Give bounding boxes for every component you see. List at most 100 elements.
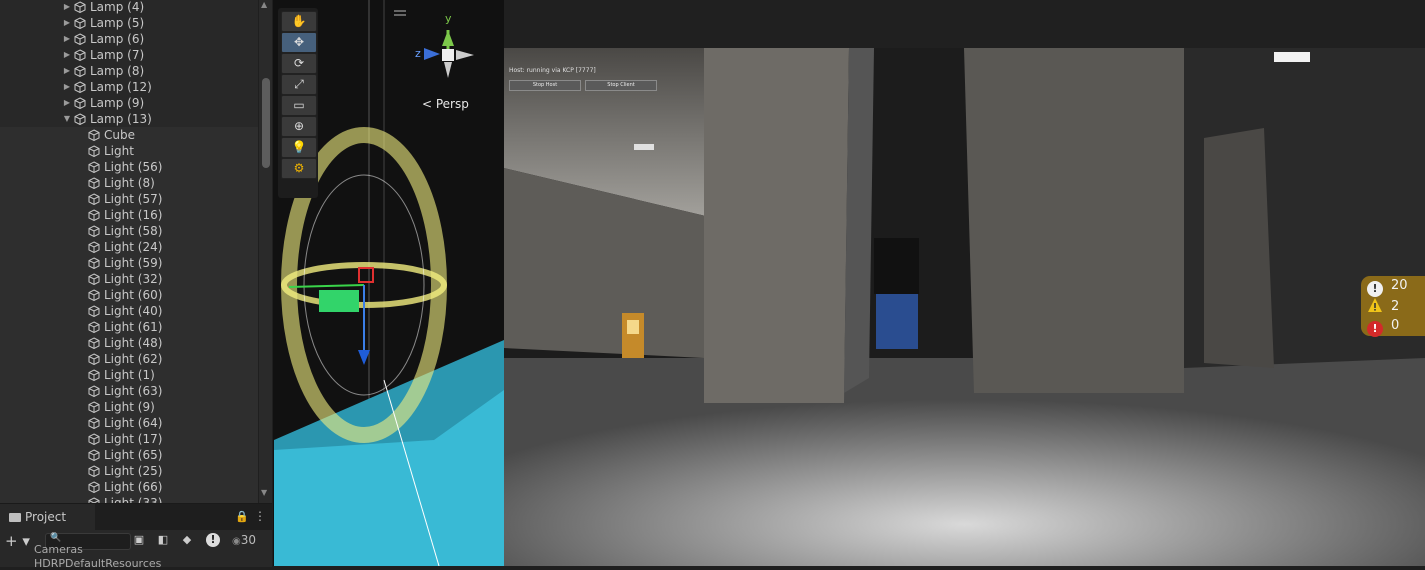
hierarchy-item-label: Light (60) — [104, 288, 163, 302]
gameobject-cube-icon — [88, 385, 100, 398]
stop-host-button[interactable]: Stop Host — [509, 80, 581, 91]
hierarchy-item[interactable]: Light (48) — [0, 335, 258, 351]
gameobject-cube-icon — [88, 305, 100, 318]
hierarchy-item[interactable]: Light (57) — [0, 191, 258, 207]
collapse-arrow-icon[interactable]: ▼ — [62, 111, 72, 127]
visible-count[interactable]: ◉30 — [232, 533, 256, 547]
error-count: 0 — [1391, 318, 1400, 333]
hierarchy-item[interactable]: Light (59) — [0, 255, 258, 271]
hierarchy-item[interactable]: Light (32) — [0, 271, 258, 287]
expand-arrow-icon[interactable]: ▶ — [62, 47, 72, 63]
hierarchy-item[interactable]: ▶ Lamp (7) — [0, 47, 258, 63]
scale-tool-icon[interactable]: ⤢ — [281, 74, 317, 95]
rotate-tool-icon[interactable]: ⟳ — [281, 53, 317, 74]
visible-count-value: 30 — [240, 533, 257, 547]
hierarchy-item[interactable]: ▶ Lamp (8) — [0, 63, 258, 79]
hierarchy-item[interactable]: Light (8) — [0, 175, 258, 191]
warning-count-row[interactable]: 2 — [1367, 297, 1399, 315]
expand-arrow-icon[interactable]: ▶ — [62, 0, 72, 15]
hierarchy-item[interactable]: Light (61) — [0, 319, 258, 335]
create-button[interactable]: + ▾ — [5, 532, 30, 550]
hierarchy-item[interactable]: Light (16) — [0, 207, 258, 223]
expand-arrow-icon[interactable]: ▶ — [62, 63, 72, 79]
hierarchy-item[interactable]: Light (1) — [0, 367, 258, 383]
light-settings-icon[interactable]: ⚙ — [281, 158, 317, 179]
gameobject-cube-icon — [88, 417, 100, 430]
hierarchy-item-label: Lamp (6) — [90, 32, 145, 46]
hierarchy-item[interactable]: Light (17) — [0, 431, 258, 447]
gameobject-cube-icon — [88, 161, 100, 174]
hierarchy-item[interactable]: ▶ Lamp (12) — [0, 79, 258, 95]
hierarchy-item[interactable]: Cube — [0, 127, 258, 143]
search-by-label-icon[interactable]: ◧ — [156, 533, 170, 547]
hierarchy-item[interactable]: Light (25) — [0, 463, 258, 479]
hierarchy-item[interactable]: ▼ Lamp (13) — [0, 111, 258, 127]
stop-client-button[interactable]: Stop Client — [585, 80, 657, 91]
hierarchy-item[interactable]: Light (65) — [0, 447, 258, 463]
gameobject-cube-icon — [74, 49, 86, 62]
hierarchy-item[interactable]: Light (33) — [0, 495, 258, 503]
scroll-up-icon[interactable]: ▲ — [261, 0, 267, 9]
warning-count: 2 — [1391, 299, 1400, 314]
warning-icon — [1367, 297, 1383, 313]
hierarchy-item-label: Light (66) — [104, 480, 163, 494]
hierarchy-item[interactable]: Light (63) — [0, 383, 258, 399]
rect-tool-icon[interactable]: ▭ — [281, 95, 317, 116]
hierarchy-item[interactable]: Light (62) — [0, 351, 258, 367]
info-count-row[interactable]: ! 20 — [1367, 277, 1408, 297]
hierarchy-item[interactable]: ▶ Lamp (9) — [0, 95, 258, 111]
project-tab[interactable]: Project — [0, 504, 95, 531]
light-probe-icon[interactable]: 💡 — [281, 137, 317, 158]
hierarchy-item[interactable]: Light (64) — [0, 415, 258, 431]
hierarchy-item[interactable]: Light (58) — [0, 223, 258, 239]
project-panel: Project 🔒 ⋮ + ▾ 🔍 ▣ ◧ ◆ ! ◉30 Cameras HD… — [0, 503, 272, 570]
hierarchy-item-label: Light (48) — [104, 336, 163, 350]
gizmo-y-label: y — [445, 12, 452, 25]
hierarchy-item[interactable]: Light (66) — [0, 479, 258, 495]
hierarchy-item-label: Light (61) — [104, 320, 163, 334]
tag-icon[interactable]: ◆ — [180, 533, 194, 547]
expand-arrow-icon[interactable]: ▶ — [62, 95, 72, 111]
folder-icon — [9, 513, 21, 522]
move-tool-icon[interactable]: ✥ — [281, 32, 317, 53]
hierarchy-item[interactable]: Light (56) — [0, 159, 258, 175]
hand-tool-icon[interactable]: ✋ — [281, 11, 317, 32]
hierarchy-item[interactable]: Light (9) — [0, 399, 258, 415]
hierarchy-item[interactable]: Light (24) — [0, 239, 258, 255]
hierarchy-item[interactable]: ▶ Lamp (6) — [0, 31, 258, 47]
hierarchy-item-label: Light (59) — [104, 256, 163, 270]
expand-arrow-icon[interactable]: ▶ — [62, 79, 72, 95]
projection-toggle[interactable]: < Persp — [422, 97, 469, 111]
project-item[interactable]: Cameras — [34, 543, 83, 556]
hierarchy-item-label: Lamp (8) — [90, 64, 145, 78]
error-count-row[interactable]: ! 0 — [1367, 317, 1400, 337]
hierarchy-item[interactable]: Light (40) — [0, 303, 258, 319]
gameobject-cube-icon — [88, 177, 100, 190]
console-summary-badge[interactable]: ! 20 2 ! 0 — [1361, 276, 1425, 337]
hierarchy-item[interactable]: ▶ Lamp (4) — [0, 0, 258, 15]
scroll-down-icon[interactable]: ▼ — [261, 488, 267, 497]
lock-icon[interactable]: 🔒 — [235, 510, 249, 523]
expand-arrow-icon[interactable]: ▶ — [62, 31, 72, 47]
hierarchy-item-label: Light (9) — [104, 400, 155, 414]
expand-arrow-icon[interactable]: ▶ — [62, 15, 72, 31]
warning-filter-icon[interactable]: ! — [206, 533, 220, 547]
transform-tool-icon[interactable]: ⊕ — [281, 116, 317, 137]
project-item[interactable]: HDRPDefaultResources — [34, 557, 161, 570]
game-render[interactable]: Host: running via KCP [7777] Stop Host S… — [504, 48, 1425, 566]
hierarchy-item-label: Light (40) — [104, 304, 163, 318]
error-icon: ! — [1367, 321, 1383, 337]
scroll-thumb[interactable] — [262, 78, 270, 168]
panel-menu-icon[interactable]: ⋮ — [254, 509, 266, 523]
gameobject-cube-icon — [88, 433, 100, 446]
hierarchy-item-label: Light (33) — [104, 496, 163, 503]
hierarchy-scrollbar[interactable]: ▲ ▼ — [258, 0, 272, 503]
gameobject-cube-icon — [88, 241, 100, 254]
hierarchy-item[interactable]: Light (60) — [0, 287, 258, 303]
hierarchy-item[interactable]: ▶ Lamp (5) — [0, 15, 258, 31]
hierarchy-item-label: Light (8) — [104, 176, 155, 190]
project-tab-label: Project — [25, 510, 67, 524]
hierarchy-item[interactable]: Light — [0, 143, 258, 159]
search-by-type-icon[interactable]: ▣ — [132, 533, 146, 547]
scene-view[interactable]: y z ✋ ✥ ⟳ ⤢ ▭ ⊕ 💡 ⚙ < Persp — [273, 0, 504, 566]
